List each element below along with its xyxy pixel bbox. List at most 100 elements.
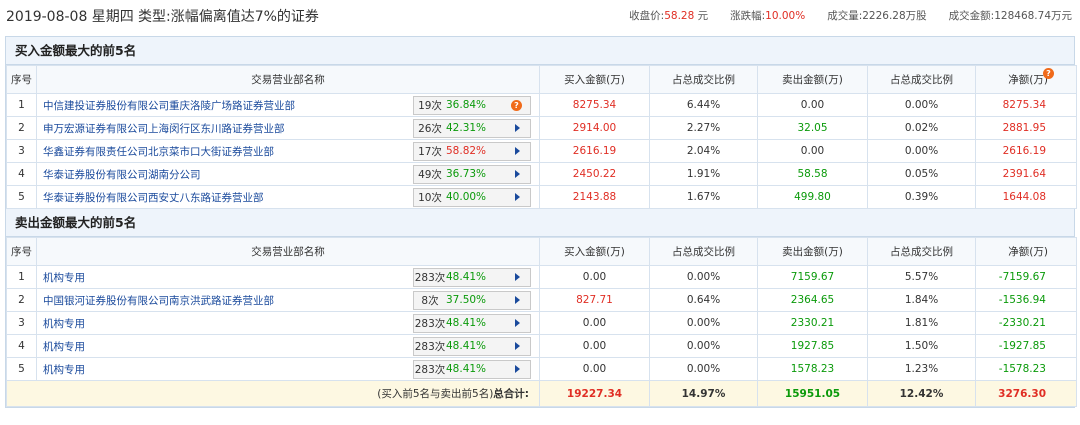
sell-ratio: 1.81% [867,311,976,335]
sell-amount: 1927.85 [757,334,868,358]
win-rate: 48.41% [446,271,487,283]
buy-ratio: 0.00% [649,311,758,335]
broker-name-link[interactable]: 机构专用 [43,339,85,354]
sell-ratio: 0.05% [867,162,976,186]
win-rate: 42.31% [446,122,487,134]
net-amount: 2881.95 [975,116,1077,140]
sell-ratio: 1.84% [867,288,976,312]
col-idx: 序号 [6,237,37,266]
broker-cell: 华泰证券股份有限公司西安丈八东路证券营业部 10次 40.00% [36,185,540,209]
broker-name-link[interactable]: 机构专用 [43,316,85,331]
buy-amount: 2616.19 [539,139,650,163]
times-count: 19次 [418,99,442,112]
buy-amount: 0.00 [539,357,650,381]
broker-cell: 中国银河证券股份有限公司南京洪武路证券营业部 8次 37.50% [36,288,540,312]
buy-amount: 0.00 [539,334,650,358]
sell-ratio: 5.57% [867,265,976,289]
history-counter[interactable]: 19次 36.84%? [413,95,531,115]
buy-section-title: 买入金额最大的前5名 [6,37,1074,65]
win-rate: 37.50% [446,294,487,306]
sell-amount: 2330.21 [757,311,868,335]
sell-amount: 2364.65 [757,288,868,312]
total-label-bold: 总合计: [493,388,529,400]
net-amount: -1578.23 [975,357,1077,381]
change-stat: 涨跌幅:10.00% [730,8,805,23]
row-index: 5 [6,357,37,381]
dragon-tiger-table: 买入金额最大的前5名 序号 交易营业部名称 买入金额(万) 占总成交比例 卖出金… [5,36,1077,408]
triangle-right-icon[interactable] [515,273,520,281]
broker-cell: 机构专用 283次 48.41% [36,334,540,358]
triangle-right-icon[interactable] [515,170,520,178]
row-index: 3 [6,139,37,163]
sell-table-header: 序号 交易营业部名称 买入金额(万) 占总成交比例 卖出金额(万) 占总成交比例… [6,237,1077,266]
buy-table: 序号 交易营业部名称 买入金额(万) 占总成交比例 卖出金额(万) 占总成交比例… [6,65,1077,209]
row-index: 4 [6,334,37,358]
buy-amount: 827.71 [539,288,650,312]
history-counter[interactable]: 8次 37.50% [413,290,531,310]
sell-table: 序号 交易营业部名称 买入金额(万) 占总成交比例 卖出金额(万) 占总成交比例… [6,237,1077,407]
broker-name-link[interactable]: 华鑫证券有限责任公司北京菜市口大街证券营业部 [43,144,274,159]
net-amount: -1927.85 [975,334,1077,358]
total-label-prefix: (买入前5名与卖出前5名) [377,388,494,400]
col-sell: 卖出金额(万) [757,65,868,94]
amount-value: 128468.74万元 [994,10,1072,22]
win-rate: 58.82% [446,145,487,157]
triangle-right-icon[interactable] [515,365,520,373]
broker-name-link[interactable]: 中信建投证券股份有限公司重庆洛陵广场路证券营业部 [43,98,295,113]
broker-cell: 机构专用 283次 48.41% [36,265,540,289]
buy-amount: 0.00 [539,311,650,335]
buy-ratio: 6.44% [649,93,758,117]
buy-amount: 0.00 [539,265,650,289]
col-buy-ratio: 占总成交比例 [649,237,758,266]
amount-label: 成交金额: [948,10,995,22]
history-counter[interactable]: 283次 48.41% [413,313,531,333]
broker-name-link[interactable]: 申万宏源证券有限公司上海闵行区东川路证券营业部 [43,121,285,136]
type-info: 类型:涨幅偏离值达7%的证券 [138,6,319,26]
history-counter[interactable]: 283次 48.41% [413,359,531,379]
broker-name-link[interactable]: 中国银河证券股份有限公司南京洪武路证券营业部 [43,293,274,308]
triangle-right-icon[interactable] [515,147,520,155]
history-counter[interactable]: 283次 48.41% [413,336,531,356]
broker-name-link[interactable]: 机构专用 [43,362,85,377]
buy-table-header: 序号 交易营业部名称 买入金额(万) 占总成交比例 卖出金额(万) 占总成交比例… [6,65,1077,94]
triangle-right-icon[interactable] [515,319,520,327]
table-row: 3 机构专用 283次 48.41% 0.00 0.00% 2330.21 1.81% -233… [6,311,1077,335]
question-badge-icon[interactable]: ? [1043,68,1054,79]
stats-group: 收盘价:58.28 元 涨跌幅:10.00% 成交量:2226.28万股 成交金… [607,8,1072,23]
sell-ratio: 1.23% [867,357,976,381]
buy-ratio: 2.27% [649,116,758,140]
triangle-right-icon[interactable] [515,342,520,350]
row-index: 1 [6,93,37,117]
amount-stat: 成交金额:128468.74万元 [949,8,1072,23]
total-net: 3276.30 [975,380,1077,407]
history-counter[interactable]: 17次 58.82% [413,141,531,161]
table-row: 1 中信建投证券股份有限公司重庆洛陵广场路证券营业部 19次 36.84%? 8275.… [6,93,1077,117]
close-label: 收盘价: [629,10,665,22]
history-counter[interactable]: 49次 36.73% [413,164,531,184]
sell-ratio: 0.00% [867,139,976,163]
history-counter[interactable]: 283次 48.41% [413,267,531,287]
broker-name-link[interactable]: 机构专用 [43,270,85,285]
col-sell-ratio: 占总成交比例 [867,237,976,266]
times-count: 17次 [418,145,442,158]
col-net: 净额(万) [975,237,1077,266]
row-index: 1 [6,265,37,289]
times-count: 283次 [414,340,446,353]
col-buy-ratio: 占总成交比例 [649,65,758,94]
sell-ratio: 0.39% [867,185,976,209]
history-counter[interactable]: 26次 42.31% [413,118,531,138]
broker-cell: 申万宏源证券有限公司上海闵行区东川路证券营业部 26次 42.31% [36,116,540,140]
sell-ratio: 1.50% [867,334,976,358]
row-index: 2 [6,116,37,140]
triangle-right-icon[interactable] [515,124,520,132]
row-index: 2 [6,288,37,312]
triangle-right-icon[interactable] [515,296,520,304]
net-amount: -1536.94 [975,288,1077,312]
total-sell-ratio: 12.42% [867,380,976,407]
question-badge-icon[interactable]: ? [511,99,522,111]
history-counter[interactable]: 10次 40.00% [413,187,531,207]
triangle-right-icon[interactable] [515,193,520,201]
broker-name-link[interactable]: 华泰证券股份有限公司湖南分公司 [43,167,201,182]
broker-name-link[interactable]: 华泰证券股份有限公司西安丈八东路证券营业部 [43,190,264,205]
header-bar: 2019-08-08 星期四 类型:涨幅偏离值达7%的证券 收盘价:58.28 … [0,0,1080,32]
